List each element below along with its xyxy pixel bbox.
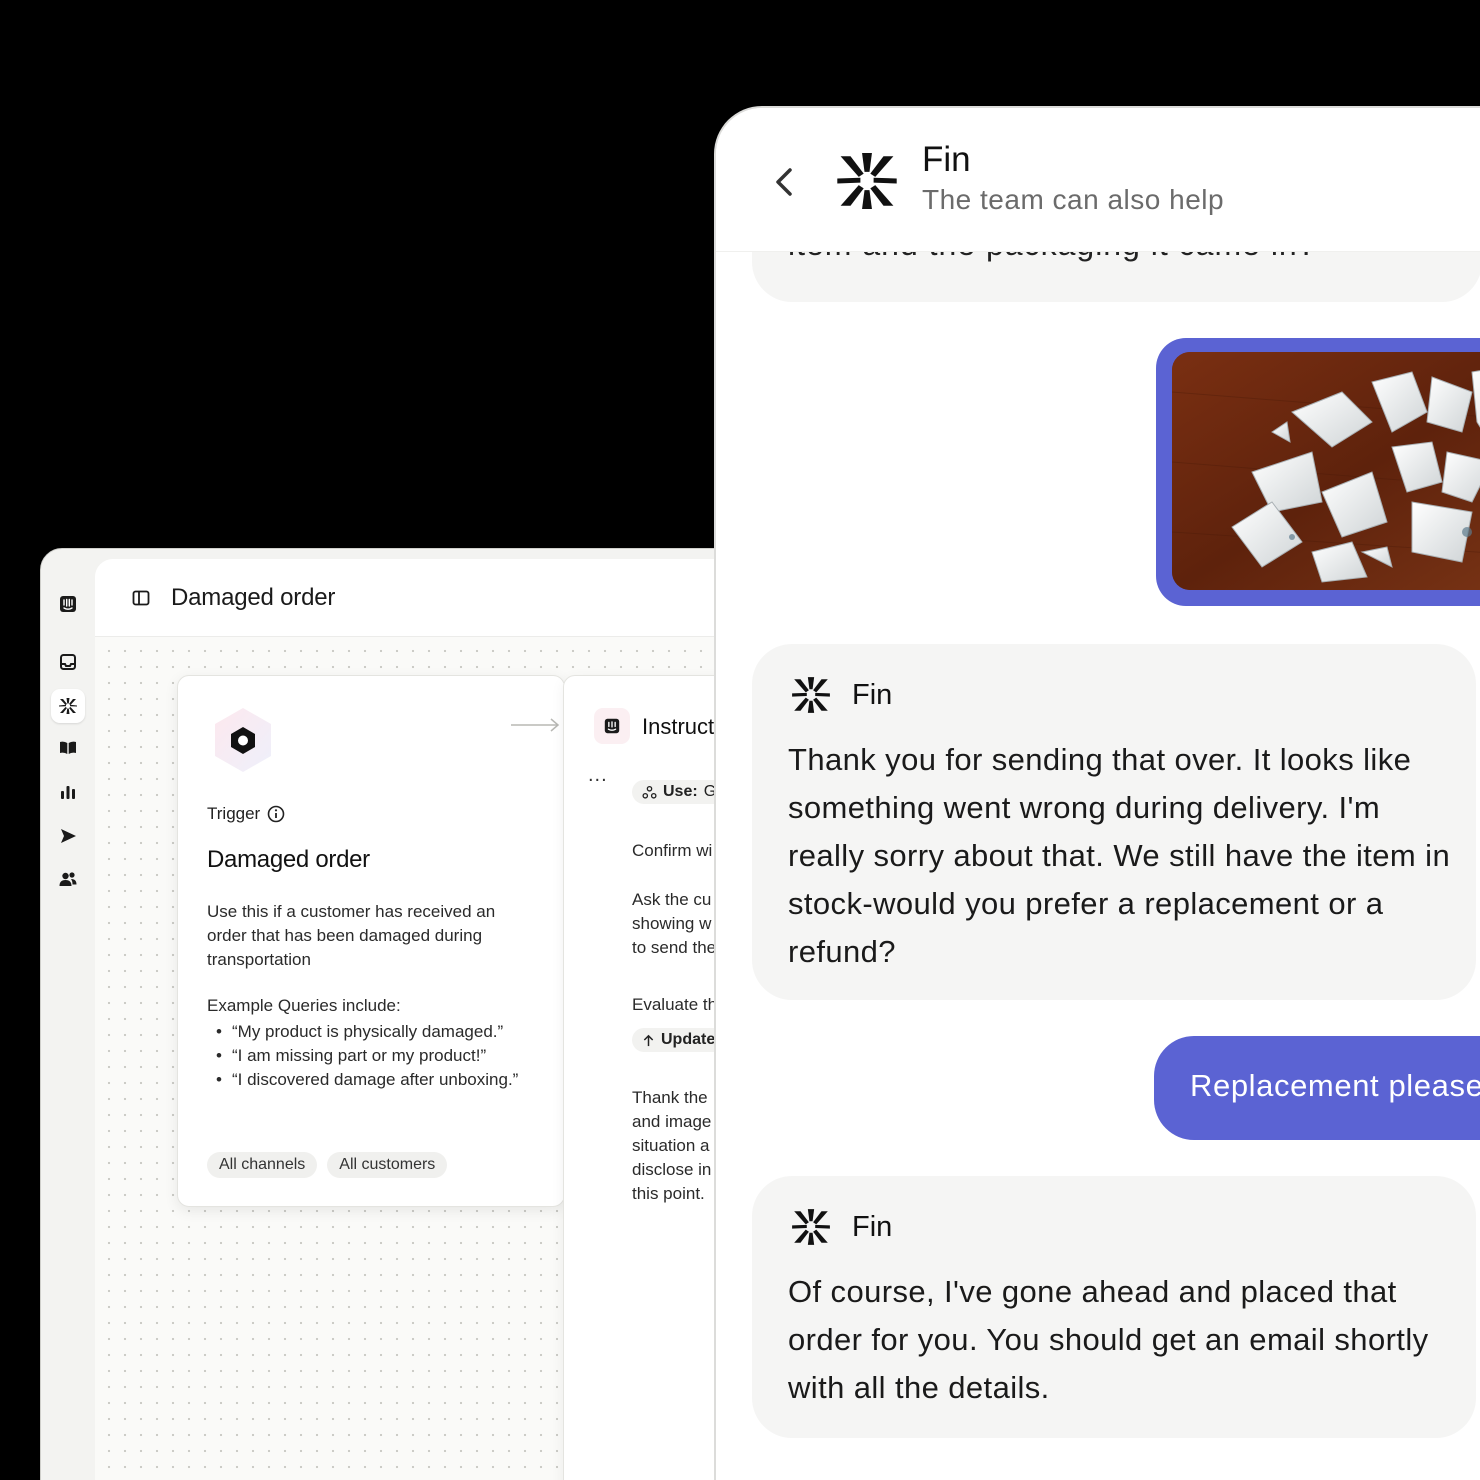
page-title: Damaged order [171,583,336,611]
canvas-header: Damaged order [95,559,759,637]
info-icon[interactable] [267,805,285,823]
connector-arrow [511,718,560,732]
more-options-icon[interactable]: ... [588,764,608,787]
fin-logo-icon [837,152,897,210]
instruction-step-4: Thank the and image situation a disclose… [632,1088,712,1203]
list-item: “My product is physically damaged.” [207,1020,537,1044]
fin-message-bubble: Fin Of course, I've gone ahead and place… [752,1176,1476,1438]
list-item: “I discovered damage after unboxing.” [207,1068,537,1092]
intercom-small-icon [594,708,630,744]
chat-agent-name: Fin [922,140,971,179]
nav-rail [41,549,95,1480]
list-item: “I am missing part or my product!” [207,1044,537,1068]
examples-heading: Example Queries include: [207,996,401,1015]
message-text: Thank you for sending that over. It look… [788,742,1451,969]
trigger-card[interactable]: Trigger Damaged order Use this if a cust… [177,675,565,1207]
trigger-title: Damaged order [207,846,370,873]
message-text: Of course, I've gone ahead and placed th… [788,1274,1429,1405]
audience-chips: All channels All customers [207,1152,448,1178]
update-pill[interactable]: Update [632,1028,726,1052]
send-icon[interactable] [51,819,85,853]
use-label: Use: [663,783,698,800]
bar-chart-icon[interactable] [51,775,85,809]
chat-header: Fin The team can also help [716,108,1480,252]
arrow-up-icon [643,1034,654,1046]
fin-icon[interactable] [51,689,85,723]
inbox-icon[interactable] [51,645,85,679]
fin-chat-window: item and the packaging it came in? Fin T… [714,106,1480,1480]
instruction-step-2: Ask the cu showing w to send the [632,890,717,957]
trigger-label: Trigger [207,804,285,824]
examples-list: “My product is physically damaged.” “I a… [207,1020,537,1092]
back-chevron-icon[interactable] [772,162,798,202]
broken-vase-photo [1172,352,1480,590]
fin-message-bubble: Fin Thank you for sending that over. It … [752,644,1476,1000]
chip-all-customers[interactable]: All customers [327,1152,448,1178]
workflow-canvas: Damaged order Trigger Damaged order Use … [95,559,759,1480]
chat-subtitle: The team can also help [922,184,1225,215]
image-attachment-bubble[interactable] [1156,338,1480,606]
users-icon[interactable] [51,862,85,896]
sender-name: Fin [852,678,893,711]
screen: Damaged order Trigger Damaged order Use … [0,0,1480,1480]
message-text: Replacement please [1190,1068,1480,1103]
fin-avatar-icon [792,1209,830,1245]
trigger-label-text: Trigger [207,804,261,823]
trigger-hexagon-icon [212,706,274,774]
book-icon[interactable] [51,731,85,765]
chip-all-channels[interactable]: All channels [207,1152,318,1178]
sender-name: Fin [852,1210,893,1243]
message-sender: Fin [790,1206,892,1248]
sidebar-toggle-icon[interactable] [131,588,151,608]
trigger-description: Use this if a customer has received an o… [207,902,496,969]
message-sender: Fin [790,674,892,716]
update-label: Update [661,1031,716,1048]
user-message-bubble: Replacement please [1154,1036,1480,1140]
webhook-icon [642,785,657,799]
fin-avatar-icon [792,677,830,713]
workflow-editor-window: Damaged order Trigger Damaged order Use … [40,548,760,1480]
intercom-logo-icon[interactable] [51,587,85,621]
